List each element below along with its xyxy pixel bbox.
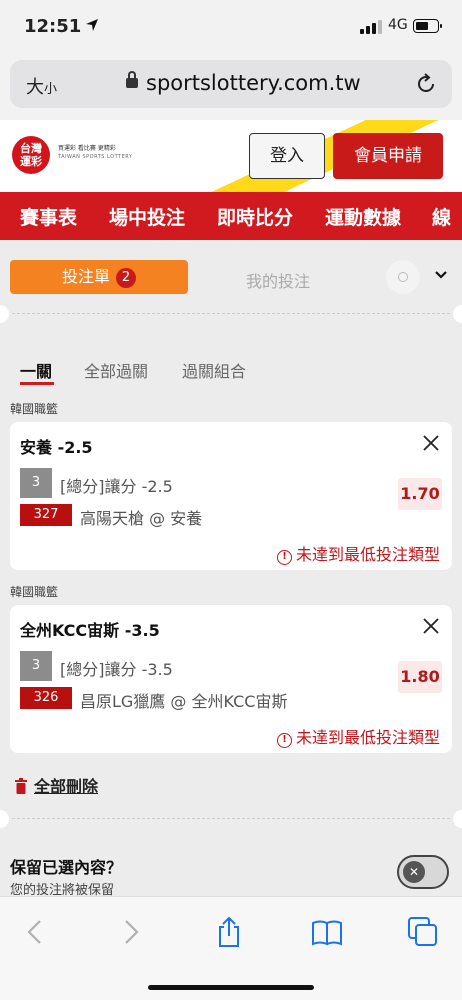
league-label: 韓國職籃: [10, 402, 59, 416]
address-bar[interactable]: 大小 sportslottery.com.tw: [10, 60, 452, 108]
bet-selection-title: 全州KCC宙斯 -3.5: [20, 621, 160, 640]
tab-my-bets[interactable]: 我的投注: [246, 268, 310, 292]
tab-parlay-all[interactable]: 全部過關: [84, 358, 148, 382]
tab-betslip[interactable]: 投注單 2: [10, 260, 188, 294]
register-button[interactable]: 會員申請: [333, 133, 443, 179]
home-indicator: [148, 985, 314, 990]
bet-card: 全州KCC宙斯 -3.5 3 [總分]讓分 -3.5 326 昌原LG獵鷹 @ …: [10, 605, 452, 753]
tab-single[interactable]: 一關: [20, 358, 52, 382]
retain-selection-toggle[interactable]: ✕: [397, 855, 449, 889]
close-icon[interactable]: [422, 617, 440, 635]
signal-icon: [360, 20, 382, 34]
ticket-notch: [453, 810, 462, 828]
ticket-notch: [0, 810, 9, 828]
nav-item-live-score[interactable]: 即時比分: [217, 203, 293, 230]
url-text[interactable]: sportslottery.com.tw: [146, 71, 361, 95]
league-label: 韓國職籃: [10, 585, 59, 599]
site-logo[interactable]: 台灣 運彩: [12, 136, 50, 174]
network-type: 4G: [388, 17, 408, 33]
market-text: [總分]讓分 -3.5: [60, 660, 173, 679]
odds-value: 1.70: [398, 478, 442, 510]
retain-selection-title: 保留已選內容？: [10, 858, 123, 877]
warning-message: ! 未達到最低投注類型: [276, 724, 440, 748]
lock-icon: [126, 71, 138, 88]
browser-address-area: 大小 sportslottery.com.tw: [0, 52, 462, 120]
market-text: [總分]讓分 -2.5: [60, 477, 173, 496]
bet-card: 安養 -2.5 3 [總分]讓分 -2.5 327 高陽天槍 @ 安養 1.70…: [10, 422, 452, 570]
alert-icon: !: [276, 733, 292, 748]
chevron-down-icon[interactable]: [434, 268, 448, 282]
trash-icon: [15, 778, 27, 794]
match-text: 高陽天槍 @ 安養: [80, 509, 203, 528]
close-icon: ✕: [403, 861, 425, 883]
market-code-badge: 3: [20, 468, 52, 498]
main-nav: 賽事表 場中投注 即時比分 運動數據 線: [0, 192, 462, 240]
betslip-panel: 投注單 2 我的投注 一關 全部過關 過關組合 韓國職籃 安養 -2.5 3 [總…: [0, 240, 462, 900]
nav-item-schedule[interactable]: 賽事表: [20, 203, 77, 230]
book-icon[interactable]: [310, 915, 344, 949]
logo-tagline: 買運彩 看比賽 更精彩 TAIWAN SPORTS LOTTERY: [58, 145, 133, 160]
login-button[interactable]: 登入: [249, 133, 325, 179]
text-size-button[interactable]: 大小: [26, 73, 57, 99]
delete-all-button[interactable]: 全部刪除: [14, 773, 98, 797]
browser-toolbar: [0, 896, 462, 1000]
nav-item-more[interactable]: 線: [432, 203, 451, 230]
market-code-badge: 3: [20, 651, 52, 681]
match-code-badge: 327: [20, 504, 72, 526]
alert-icon: !: [276, 550, 292, 565]
site-header: 台灣 運彩 買運彩 看比賽 更精彩 TAIWAN SPORTS LOTTERY 登…: [0, 120, 462, 192]
active-tab-indicator: [20, 382, 54, 385]
chevron-left-icon[interactable]: [18, 915, 52, 949]
betslip-tabs: 投注單 2 我的投注: [0, 258, 462, 298]
ticket-notch: [0, 305, 9, 323]
tabs-icon[interactable]: [406, 915, 440, 949]
match-text: 昌原LG獵鷹 @ 全州KCC宙斯: [80, 692, 288, 711]
ticket-notch: [453, 305, 462, 323]
settings-gear-icon[interactable]: [386, 260, 420, 294]
divider: [12, 818, 450, 819]
reload-icon[interactable]: [414, 72, 438, 96]
match-code-badge: 326: [20, 687, 72, 709]
nav-item-sports-data[interactable]: 運動數據: [325, 203, 401, 230]
divider: [12, 313, 450, 314]
clock: 12:51: [24, 16, 99, 37]
chevron-right-icon[interactable]: [114, 915, 148, 949]
warning-message: ! 未達到最低投注類型: [276, 541, 440, 565]
status-bar: 12:51 4G: [0, 0, 462, 52]
battery-icon: [413, 19, 442, 33]
odds-value: 1.80: [398, 661, 442, 693]
nav-item-live-betting[interactable]: 場中投注: [109, 203, 185, 230]
location-arrow-icon: [86, 19, 99, 31]
tab-parlay-combo[interactable]: 過關組合: [182, 358, 246, 382]
close-icon[interactable]: [422, 434, 440, 452]
bet-selection-title: 安養 -2.5: [20, 438, 93, 457]
betslip-count-badge: 2: [116, 268, 136, 288]
share-icon[interactable]: [212, 915, 246, 949]
